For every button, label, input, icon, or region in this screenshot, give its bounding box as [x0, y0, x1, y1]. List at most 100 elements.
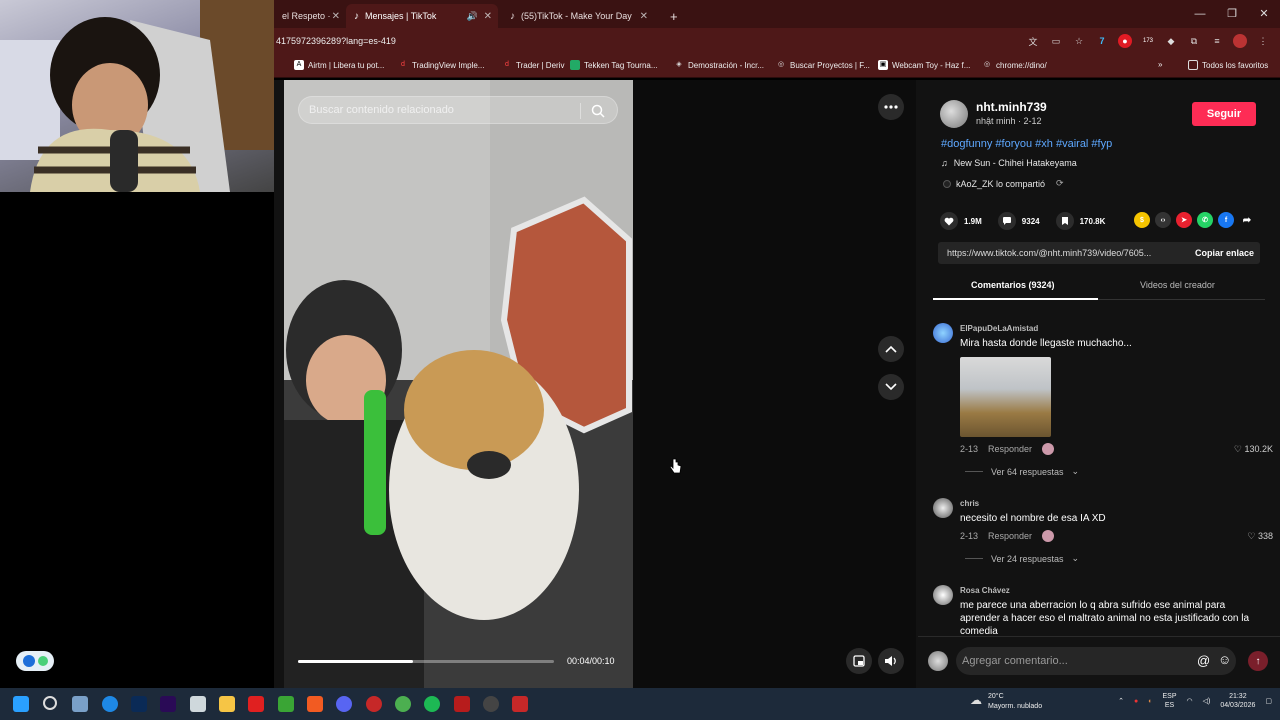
tab-creator-videos[interactable]: Videos del creador — [1140, 280, 1215, 290]
comment-input[interactable] — [956, 647, 1236, 675]
bookmark-webcamtoy[interactable]: ▣ Webcam Toy - Haz f... — [878, 60, 970, 70]
search-icon[interactable] — [591, 104, 605, 118]
speaker-icon[interactable]: 🔊 — [467, 11, 478, 22]
url-field[interactable]: 4175972396289?lang=es-419 — [276, 36, 396, 46]
share-arrow-icon[interactable]: ➦ — [1239, 212, 1255, 228]
close-icon[interactable]: ✕ — [640, 11, 648, 22]
post-comment-button[interactable]: ↑ — [1248, 651, 1268, 671]
close-icon[interactable]: ✕ — [484, 11, 492, 22]
commenter-avatar[interactable] — [933, 585, 953, 605]
taskview-icon[interactable] — [72, 696, 88, 712]
bookmark-icon[interactable] — [1055, 212, 1074, 230]
related-search-input[interactable] — [309, 97, 579, 123]
coin-icon[interactable]: $ — [1134, 212, 1150, 228]
spotify-icon[interactable] — [424, 696, 440, 712]
search-icon[interactable] — [43, 696, 57, 710]
extension-badge[interactable]: 173 — [1141, 34, 1155, 48]
comment-icon[interactable] — [997, 212, 1016, 230]
clock[interactable]: 21:32 04/03/2026 — [1220, 692, 1255, 710]
chrome-icon[interactable] — [395, 696, 411, 712]
emoji-icon[interactable]: ☺ — [1218, 652, 1231, 667]
wifi-icon[interactable]: ◠ — [1187, 697, 1193, 705]
weather-widget[interactable]: ☁ 20°C Mayorm. nublado — [970, 692, 1042, 712]
view-replies[interactable]: Ver 64 respuestas ⌄ — [965, 466, 1079, 477]
follow-button[interactable]: Seguir — [1192, 102, 1256, 126]
profile-avatar[interactable] — [1233, 34, 1247, 48]
tray-record-icon[interactable]: ● — [1134, 698, 1138, 705]
share-link[interactable]: https://www.tiktok.com/@nht.minh739/vide… — [947, 248, 1175, 258]
menu-dots-icon[interactable]: ⋮ — [1256, 34, 1270, 48]
bookmark-tradingview[interactable]: d TradingView Imple... — [398, 60, 484, 70]
send-icon[interactable]: ➤ — [1176, 212, 1192, 228]
previous-video-button[interactable] — [878, 336, 904, 362]
edge-icon[interactable] — [102, 696, 118, 712]
commenter-name[interactable]: ElPapuDeLaAmistad — [960, 324, 1038, 333]
mention-icon[interactable]: @ — [1197, 653, 1210, 668]
volume-icon[interactable]: ◁) — [1203, 697, 1211, 705]
extension-tv-icon[interactable]: 7 — [1095, 34, 1109, 48]
post-hashtags[interactable]: #dogfunny #foryou #xh #vairal #fyp — [941, 138, 1112, 150]
tab-respeto[interactable]: el Respeto · ✕ — [274, 4, 346, 28]
bookmarks-overflow-icon[interactable]: » — [1158, 60, 1162, 69]
minimize-icon[interactable]: — — [1184, 0, 1216, 28]
music-row[interactable]: ♫ New Sun - Chihei Hatakeyama — [941, 158, 1077, 168]
close-icon[interactable]: ✕ — [332, 11, 340, 22]
extension-diamond-icon[interactable]: ◆ — [1164, 34, 1178, 48]
premiere-icon[interactable] — [160, 696, 176, 712]
video-progress-bar[interactable] — [298, 660, 554, 663]
volume-button[interactable] — [878, 648, 904, 674]
obs-icon[interactable] — [483, 696, 499, 712]
tab-comments[interactable]: Comentarios (9324) — [971, 280, 1055, 290]
comment-image[interactable] — [960, 357, 1051, 437]
extension-record-icon[interactable]: ● — [1118, 34, 1132, 48]
heart-icon[interactable] — [940, 212, 958, 230]
bookmark-demo[interactable]: ◈ Demostración - Incr... — [674, 60, 764, 70]
deriv-app-icon[interactable] — [248, 696, 264, 712]
commenter-name[interactable]: chris — [960, 499, 979, 508]
bookmark-all[interactable]: Todos los favoritos — [1188, 60, 1268, 70]
photoshop-icon[interactable] — [131, 696, 147, 712]
commenter-avatar[interactable] — [933, 498, 953, 518]
opera-icon[interactable] — [366, 696, 382, 712]
notification-icon[interactable]: ▢ — [1265, 697, 1272, 705]
folder-icon[interactable] — [219, 696, 235, 712]
windows-start-icon[interactable] — [13, 696, 29, 712]
video-player[interactable]: 00:04/00:10 — [284, 80, 633, 688]
media-control-icon[interactable]: ≡ — [1210, 34, 1224, 48]
minecraft-icon[interactable] — [278, 696, 294, 712]
close-window-icon[interactable]: ✕ — [1248, 0, 1280, 28]
discord-icon[interactable] — [336, 696, 352, 712]
tab-tiktok-home[interactable]: ♪ (55)TikTok - Make Your Day ✕ — [502, 4, 654, 28]
commenter-name[interactable]: Rosa Chávez — [960, 586, 1010, 595]
comment-like[interactable]: ♡ 338 — [1247, 531, 1273, 542]
reply-button[interactable]: Responder — [988, 531, 1032, 541]
related-search-box[interactable] — [298, 96, 618, 124]
copy-link-button[interactable]: Copiar enlace — [1195, 242, 1254, 264]
voicemod-icon[interactable] — [454, 696, 470, 712]
new-tab-button[interactable]: + — [662, 4, 682, 28]
bookmark-dino[interactable]: ◎ chrome://dino/ — [982, 60, 1047, 70]
tray-chevron-icon[interactable]: ⌃ — [1118, 697, 1124, 705]
store-icon[interactable] — [190, 696, 206, 712]
bookmark-proyectos[interactable]: ◎ Buscar Proyectos | F... — [776, 60, 870, 70]
language-indicator[interactable]: ESP ES — [1162, 692, 1176, 710]
translate-icon[interactable]: 文 — [1026, 34, 1040, 48]
more-options-button[interactable] — [878, 94, 904, 120]
facebook-icon[interactable]: f — [1218, 212, 1234, 228]
bookmark-deriv[interactable]: d Trader | Deriv — [502, 60, 564, 70]
bookmark-airtm[interactable]: A Airtm | Libera tu pot... — [294, 60, 384, 70]
brave-icon[interactable] — [307, 696, 323, 712]
app-icon[interactable] — [512, 696, 528, 712]
creator-username[interactable]: nht.minh739 — [976, 100, 1047, 114]
view-replies[interactable]: Ver 24 respuestas ⌄ — [965, 553, 1079, 564]
embed-icon[interactable]: ‹› — [1155, 212, 1171, 228]
creator-avatar[interactable] — [940, 100, 968, 128]
star-icon[interactable]: ☆ — [1072, 34, 1086, 48]
cast-icon[interactable]: ▭ — [1049, 34, 1063, 48]
whatsapp-icon[interactable]: ✆ — [1197, 212, 1213, 228]
tray-app-icon[interactable]: ◐ — [1148, 698, 1152, 705]
next-video-button[interactable] — [878, 374, 904, 400]
comment-like[interactable]: ♡ 130.2K — [1234, 444, 1273, 455]
maximize-icon[interactable]: ❐ — [1216, 0, 1248, 28]
commenter-avatar[interactable] — [933, 323, 953, 343]
